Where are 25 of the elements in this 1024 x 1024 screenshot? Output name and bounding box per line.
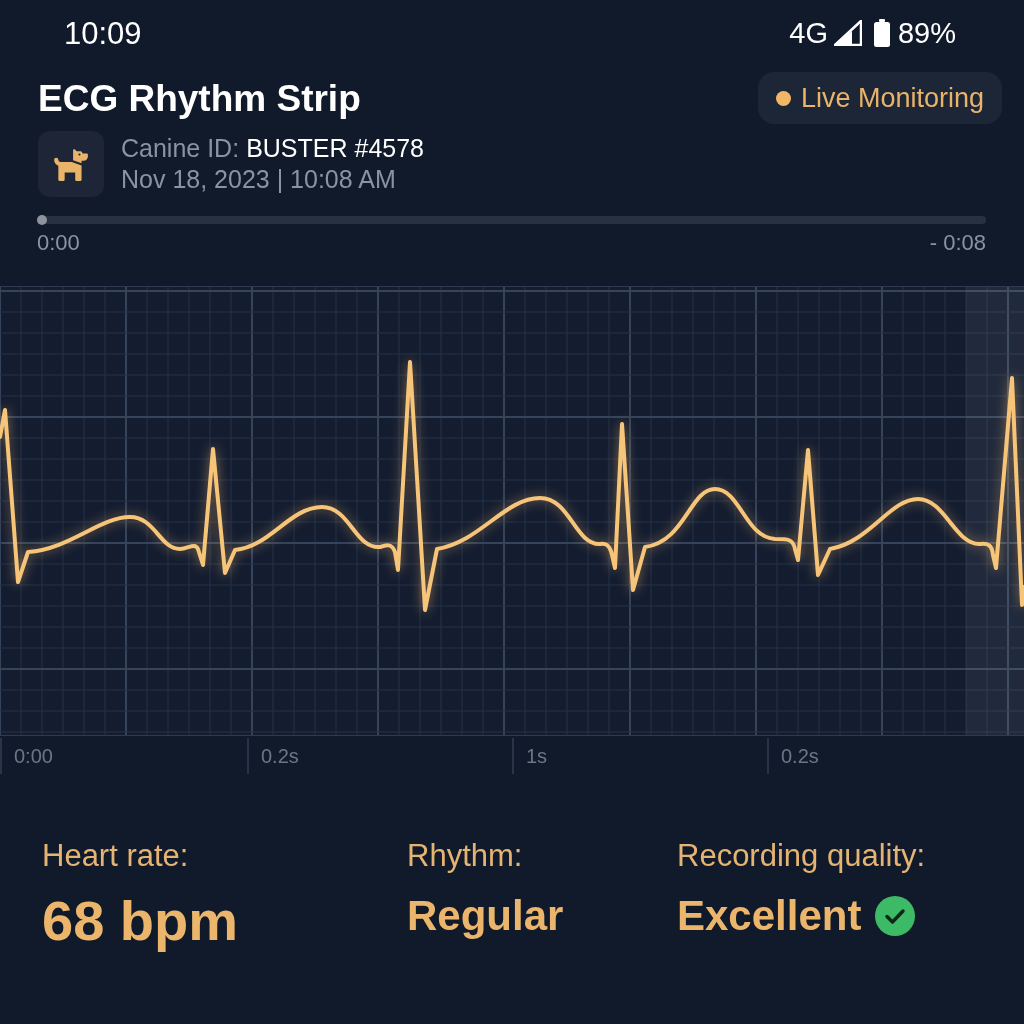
time-axis-label: 0.2s [261, 746, 299, 766]
time-axis-label: 0:00 [14, 746, 53, 766]
badge-label: Live Monitoring [800, 84, 984, 112]
stat-label: Rhythm: [407, 840, 523, 871]
playback-track[interactable] [37, 216, 986, 224]
dog-icon [38, 131, 104, 197]
elapsed-time: 0:00 [37, 232, 80, 254]
time-axis-label: 0.2s [781, 746, 819, 766]
status-dot-icon [775, 90, 791, 106]
page-title: ECG Rhythm Strip [38, 79, 361, 117]
battery-icon [873, 19, 890, 47]
remaining-time: - 0:08 [929, 232, 986, 254]
stat-label: Recording quality: [677, 840, 926, 871]
recording-timestamp: Nov 18, 2023 | 10:08 AM [121, 167, 397, 192]
stat-value: Regular [407, 895, 564, 937]
network-label: 4G [789, 18, 828, 48]
time-axis-label: 1s [526, 746, 548, 766]
signal-icon [833, 20, 862, 46]
stat-label: Heart rate: [42, 840, 189, 871]
stat-value: Excellent [677, 895, 862, 937]
canine-id-value: BUSTER #4578 [246, 136, 424, 161]
canine-id-label: Canine ID: [121, 136, 240, 161]
playback-thumb[interactable] [37, 215, 47, 225]
battery-percent: 89% [897, 18, 956, 48]
status-time: 10:09 [64, 17, 142, 49]
